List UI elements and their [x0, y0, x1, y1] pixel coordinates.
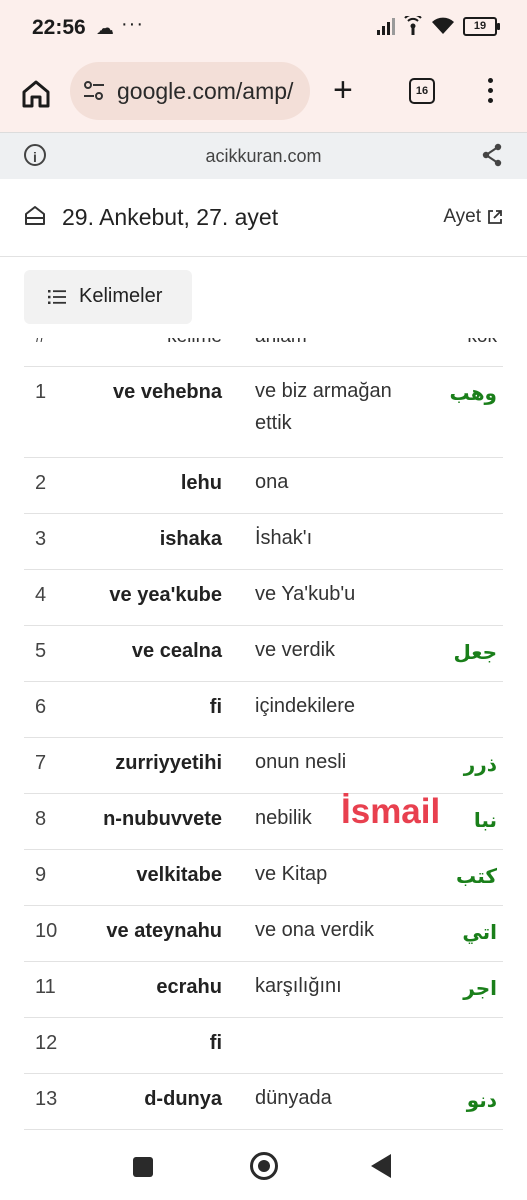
row-number: 5	[35, 640, 47, 662]
recents-icon[interactable]	[133, 1157, 153, 1177]
header-word: kelime	[167, 338, 222, 348]
header-num: #	[35, 338, 46, 348]
list-icon	[48, 290, 66, 304]
table-row: 7 zurriyyetihi onun nesli ذرر	[24, 737, 503, 794]
browser-toolbar: google.com/amp/ + 16	[0, 58, 527, 132]
row-number: 1	[35, 381, 47, 403]
table-row: 11 ecrahu karşılığını اجر	[24, 961, 503, 1018]
row-number: 11	[35, 976, 56, 998]
row-root[interactable]: ذرر	[464, 752, 497, 776]
row-word[interactable]: velkitabe	[136, 864, 222, 887]
table-row: 5 ve cealna ve verdik جعل	[24, 625, 503, 682]
table-row: 6 fi içindekilere	[24, 681, 503, 738]
row-meaning: dünyada	[255, 1087, 332, 1109]
row-meaning: İshak'ı	[255, 527, 313, 549]
status-bar: 22:56 ☁ ··· 19	[0, 0, 527, 58]
wifi-icon	[432, 17, 454, 34]
row-word[interactable]: ve cealna	[132, 640, 222, 663]
table-row: 2 lehu ona	[24, 457, 503, 514]
battery-icon: 19	[463, 16, 500, 36]
row-number: 6	[35, 696, 47, 718]
row-meaning: onun nesli	[255, 751, 347, 773]
words-button[interactable]: Kelimeler	[24, 270, 192, 324]
table-header: # kelime anlam kök	[24, 338, 503, 367]
surah-icon	[25, 206, 45, 225]
amp-bar: i acikkuran.com	[0, 132, 527, 179]
home-icon[interactable]	[20, 78, 52, 110]
row-number: 13	[35, 1088, 58, 1110]
page-header: 29. Ankebut, 27. ayet Ayet	[0, 178, 527, 257]
row-root[interactable]: اجر	[463, 976, 497, 1000]
row-word[interactable]: d-dunya	[144, 1088, 222, 1111]
more-notifications-icon: ···	[121, 13, 144, 35]
tab-count: 16	[415, 85, 429, 97]
page-title: 29. Ankebut, 27. ayet	[62, 204, 279, 230]
row-word[interactable]: fi	[210, 1032, 222, 1055]
row-root[interactable]: دنو	[467, 1088, 497, 1112]
external-link-icon	[488, 210, 502, 224]
row-word[interactable]: ve vehebna	[113, 381, 222, 404]
row-meaning: karşılığını	[255, 975, 342, 997]
row-meaning: ona	[255, 471, 289, 493]
row-root[interactable]: اتي	[462, 920, 497, 944]
row-word[interactable]: ecrahu	[156, 976, 222, 999]
row-number: 2	[35, 472, 47, 494]
row-word[interactable]: fi	[210, 696, 222, 719]
site-settings-icon[interactable]	[82, 80, 106, 102]
row-number: 9	[35, 864, 47, 886]
handwritten-annotation: İsmail	[341, 792, 441, 831]
row-word[interactable]: n-nubuvvete	[103, 808, 222, 831]
row-root[interactable]: وهب	[450, 381, 497, 405]
share-icon[interactable]	[481, 143, 503, 167]
row-root[interactable]: نبا	[474, 808, 497, 832]
row-meaning: ve ona verdik	[255, 919, 374, 941]
row-meaning: ve Ya'kub'u	[255, 583, 356, 605]
words-table: # kelime anlam kök 1 ve vehebna ve biz arm…	[24, 338, 503, 1130]
system-navigation-bar	[0, 1136, 527, 1200]
overflow-menu-icon[interactable]	[484, 78, 496, 108]
header-root: kök	[467, 338, 497, 348]
signal-icon	[377, 17, 395, 35]
new-tab-icon[interactable]: +	[333, 73, 353, 107]
address-bar[interactable]: google.com/amp/	[70, 62, 310, 120]
row-root[interactable]: جعل	[453, 640, 497, 664]
row-number: 8	[35, 808, 47, 830]
words-button-label: Kelimeler	[79, 285, 163, 307]
ayet-link-label: Ayet	[443, 206, 481, 227]
row-root[interactable]: كتب	[456, 864, 497, 888]
table-row: 1 ve vehebna ve biz armağan ettik وهب	[24, 367, 503, 458]
battery-level: 19	[473, 19, 487, 32]
table-row: 13 d-dunya dünyada دنو	[24, 1073, 503, 1130]
row-word[interactable]: ve ateynahu	[106, 920, 222, 943]
row-number: 12	[35, 1032, 58, 1054]
row-word[interactable]: ve yea'kube	[109, 584, 222, 607]
ayet-link[interactable]: Ayet	[443, 206, 503, 228]
row-meaning: ve Kitap	[255, 863, 328, 885]
row-meaning: ve biz armağan ettik	[255, 380, 392, 434]
home-nav-icon[interactable]	[250, 1152, 278, 1180]
table-row: 3 ishaka İshak'ı	[24, 513, 503, 570]
table-row: 4 ve yea'kube ve Ya'kub'u	[24, 569, 503, 626]
url-text: google.com/amp/	[117, 78, 294, 104]
hotspot-icon	[404, 16, 422, 35]
tab-switcher-button[interactable]: 16	[409, 78, 435, 104]
status-time: 22:56	[32, 16, 86, 39]
row-meaning: içindekilere	[255, 695, 356, 717]
cloud-icon: ☁	[96, 18, 114, 38]
row-word[interactable]: zurriyyetihi	[115, 752, 222, 775]
amp-domain[interactable]: acikkuran.com	[0, 146, 527, 167]
table-row: 12 fi	[24, 1017, 503, 1074]
row-word[interactable]: ishaka	[160, 528, 222, 551]
back-icon[interactable]	[371, 1154, 391, 1178]
row-number: 7	[35, 752, 47, 774]
row-number: 3	[35, 528, 47, 550]
table-row: 9 velkitabe ve Kitap كتب	[24, 849, 503, 906]
table-row: 10 ve ateynahu ve ona verdik اتي	[24, 905, 503, 962]
row-word[interactable]: lehu	[181, 472, 222, 495]
row-number: 10	[35, 920, 58, 942]
row-number: 4	[35, 584, 47, 606]
row-meaning: ve verdik	[255, 639, 336, 661]
header-meaning: anlam	[255, 338, 307, 348]
